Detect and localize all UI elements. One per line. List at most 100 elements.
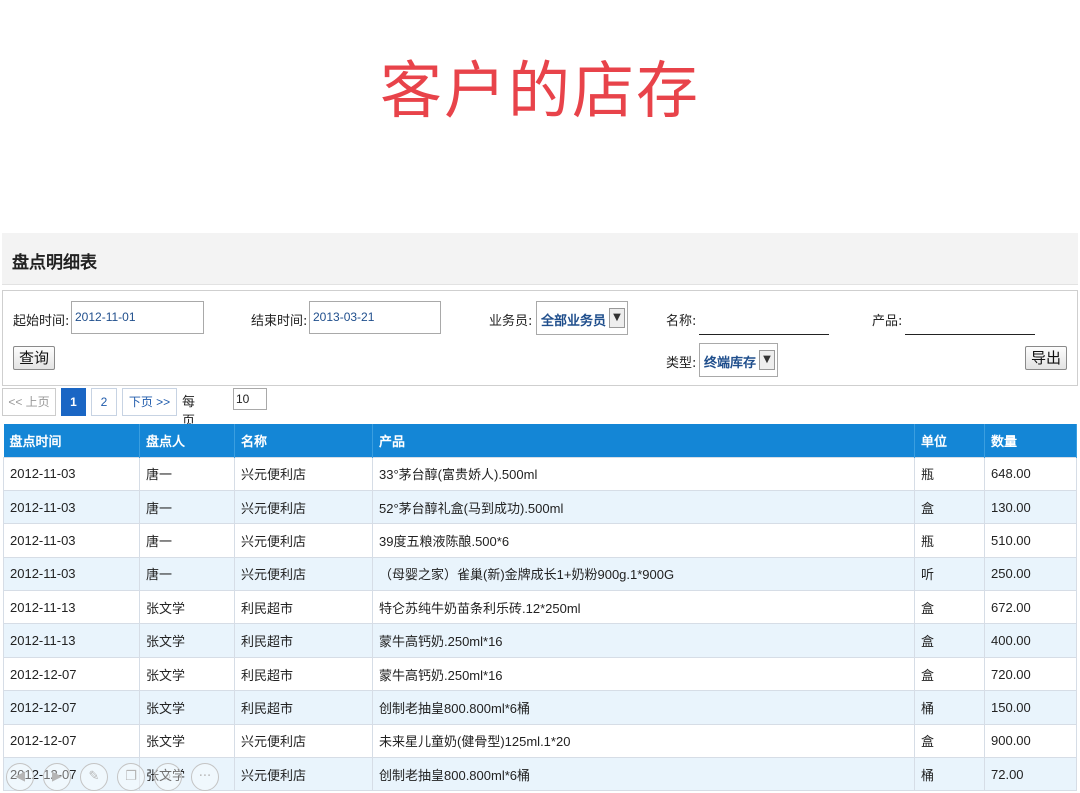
table-cell: 创制老抽皇800.800ml*6桶	[372, 690, 915, 725]
export-button[interactable]: 导出	[1025, 346, 1067, 370]
chevron-down-icon: ▼	[759, 350, 775, 370]
search-icon[interactable]: ⌕	[154, 763, 182, 791]
table-cell: 听	[914, 556, 985, 592]
table-cell: 兴元便利店	[234, 723, 373, 759]
table-cell: 2012-11-03	[3, 489, 140, 525]
start-date-input[interactable]: 2012-11-01	[71, 301, 204, 334]
table-cell: 桶	[914, 757, 985, 792]
table-cell: 唐一	[139, 489, 235, 525]
next-arrow-icon[interactable]: ▶	[43, 763, 71, 791]
table-cell: 特仑苏纯牛奶苗条利乐砖.12*250ml	[372, 590, 915, 625]
table-cell: 33°茅台醇(富贵娇人).500ml	[372, 456, 915, 491]
table-cell: 150.00	[984, 690, 1077, 725]
table-row[interactable]: 2012-11-13 张文学 利民超市 蒙牛高钙奶.250ml*16 盒 400.00	[3, 623, 1077, 658]
table-cell: 张文学	[139, 690, 235, 725]
filter-form: 起始时间: 2012-11-01 结束时间: 2013-03-21 业务员: 全…	[2, 290, 1078, 386]
panel-header: 盘点明细表	[2, 233, 1078, 285]
table-cell: 兴元便利店	[234, 456, 373, 491]
table-cell: 张文学	[139, 656, 235, 692]
table-cell: 兴元便利店	[234, 523, 373, 558]
table-cell: 2012-12-07	[3, 690, 140, 725]
table-cell: 利民超市	[234, 690, 373, 725]
query-button[interactable]: 查询	[13, 346, 55, 370]
per-page-input[interactable]: 10	[233, 388, 267, 410]
table-cell: 648.00	[984, 456, 1077, 491]
table-cell: 2012-12-07	[3, 656, 140, 692]
type-select-value: 终端库存	[704, 356, 757, 371]
table-cell: 瓶	[914, 523, 985, 558]
prev-page-button[interactable]: << 上页	[2, 388, 56, 416]
table-cell: 蒙牛高钙奶.250ml*16	[372, 656, 915, 692]
product-label: 产品:	[872, 314, 903, 329]
table-cell: 52°茅台醇礼盒(马到成功).500ml	[372, 489, 915, 525]
table-cell: 130.00	[984, 489, 1077, 525]
table-cell: 兴元便利店	[234, 556, 373, 592]
table-cell: 2012-11-03	[3, 456, 140, 491]
table-cell: 唐一	[139, 556, 235, 592]
staff-label: 业务员:	[489, 314, 533, 329]
end-date-input[interactable]: 2013-03-21	[309, 301, 441, 334]
column-header[interactable]: 产品	[372, 424, 915, 457]
table-cell: 盒	[914, 723, 985, 759]
name-label: 名称:	[666, 314, 697, 329]
inventory-table: 盘点时间 盘点人 名称 产品 单位 数量 2012-11-03 唐一 兴元便利店 33…	[3, 424, 1077, 792]
type-select[interactable]: 终端库存 ▼	[699, 343, 778, 377]
name-input[interactable]	[699, 313, 829, 335]
more-icon[interactable]: ···	[191, 763, 219, 791]
pen-icon[interactable]: ✎	[80, 763, 108, 791]
table-row[interactable]: 2012-11-13 张文学 利民超市 特仑苏纯牛奶苗条利乐砖.12*250ml 盒 67…	[3, 590, 1077, 625]
table-row[interactable]: 2012-11-03 唐一 兴元便利店 33°茅台醇(富贵娇人).500ml 瓶 648.…	[3, 456, 1077, 491]
table-cell: 39度五粮液陈酿.500*6	[372, 523, 915, 558]
column-header[interactable]: 名称	[234, 424, 373, 457]
end-date-label: 结束时间:	[251, 314, 308, 329]
table-cell: 720.00	[984, 656, 1077, 692]
table-cell: 510.00	[984, 523, 1077, 558]
page-2-button[interactable]: 2	[91, 388, 117, 416]
table-cell: （母婴之家）雀巢(新)金牌成长1+奶粉900g.1*900G	[372, 556, 915, 592]
chevron-down-icon: ▼	[609, 308, 625, 328]
column-header[interactable]: 盘点人	[139, 424, 235, 457]
table-cell: 盒	[914, 656, 985, 692]
staff-select-value: 全部业务员	[541, 314, 607, 329]
table-row[interactable]: 2012-12-07 张文学 利民超市 蒙牛高钙奶.250ml*16 盒 720.00	[3, 656, 1077, 692]
table-row[interactable]: 2012-11-03 唐一 兴元便利店 39度五粮液陈酿.500*6 瓶 510.00	[3, 523, 1077, 558]
prev-arrow-icon[interactable]: ◀	[6, 763, 34, 791]
table-cell: 张文学	[139, 723, 235, 759]
product-input[interactable]	[905, 313, 1035, 335]
table-cell: 900.00	[984, 723, 1077, 759]
table-cell: 创制老抽皇800.800ml*6桶	[372, 757, 915, 792]
table-cell: 盒	[914, 623, 985, 658]
copy-icon[interactable]: ❐	[117, 763, 145, 791]
next-page-button[interactable]: 下页 >>	[122, 388, 177, 416]
slide-title: 客户的店存	[379, 54, 700, 127]
table-cell: 250.00	[984, 556, 1077, 592]
table-row[interactable]: 2012-11-03 唐一 兴元便利店 52°茅台醇礼盒(马到成功).500ml 盒 13…	[3, 489, 1077, 525]
table-cell: 盒	[914, 489, 985, 525]
table-cell: 张文学	[139, 590, 235, 625]
table-cell: 瓶	[914, 456, 985, 491]
column-header[interactable]: 盘点时间	[3, 424, 140, 457]
page-1-button[interactable]: 1	[61, 388, 86, 416]
table-row[interactable]: 2012-12-07 张文学 利民超市 创制老抽皇800.800ml*6桶桶 150.0…	[3, 690, 1077, 725]
staff-select[interactable]: 全部业务员 ▼	[536, 301, 628, 335]
table-cell: 桶	[914, 690, 985, 725]
start-date-label: 起始时间:	[13, 314, 70, 329]
table-cell: 672.00	[984, 590, 1077, 625]
table-cell: 未来星儿童奶(健骨型)125ml.1*20	[372, 723, 915, 759]
table-cell: 蒙牛高钙奶.250ml*16	[372, 623, 915, 658]
panel-title: 盘点明细表	[12, 253, 97, 273]
table-header-row: 盘点时间 盘点人 名称 产品 单位 数量	[3, 424, 1077, 457]
table-cell: 张文学	[139, 623, 235, 658]
table-row[interactable]: 2012-11-03 唐一 兴元便利店 （母婴之家）雀巢(新)金牌成长1+奶粉900g…	[3, 556, 1077, 592]
table-cell: 利民超市	[234, 656, 373, 692]
table-cell: 利民超市	[234, 623, 373, 658]
table-row[interactable]: 2012-12-07 张文学 兴元便利店 未来星儿童奶(健骨型)125ml.1*20 盒…	[3, 723, 1077, 759]
table-cell: 兴元便利店	[234, 489, 373, 525]
table-cell: 2012-11-03	[3, 556, 140, 592]
column-header[interactable]: 数量	[984, 424, 1077, 457]
table-cell: 盒	[914, 590, 985, 625]
column-header[interactable]: 单位	[914, 424, 985, 457]
table-cell: 兴元便利店	[234, 757, 373, 792]
table-cell: 2012-12-07	[3, 723, 140, 759]
table-cell: 2012-11-13	[3, 590, 140, 625]
